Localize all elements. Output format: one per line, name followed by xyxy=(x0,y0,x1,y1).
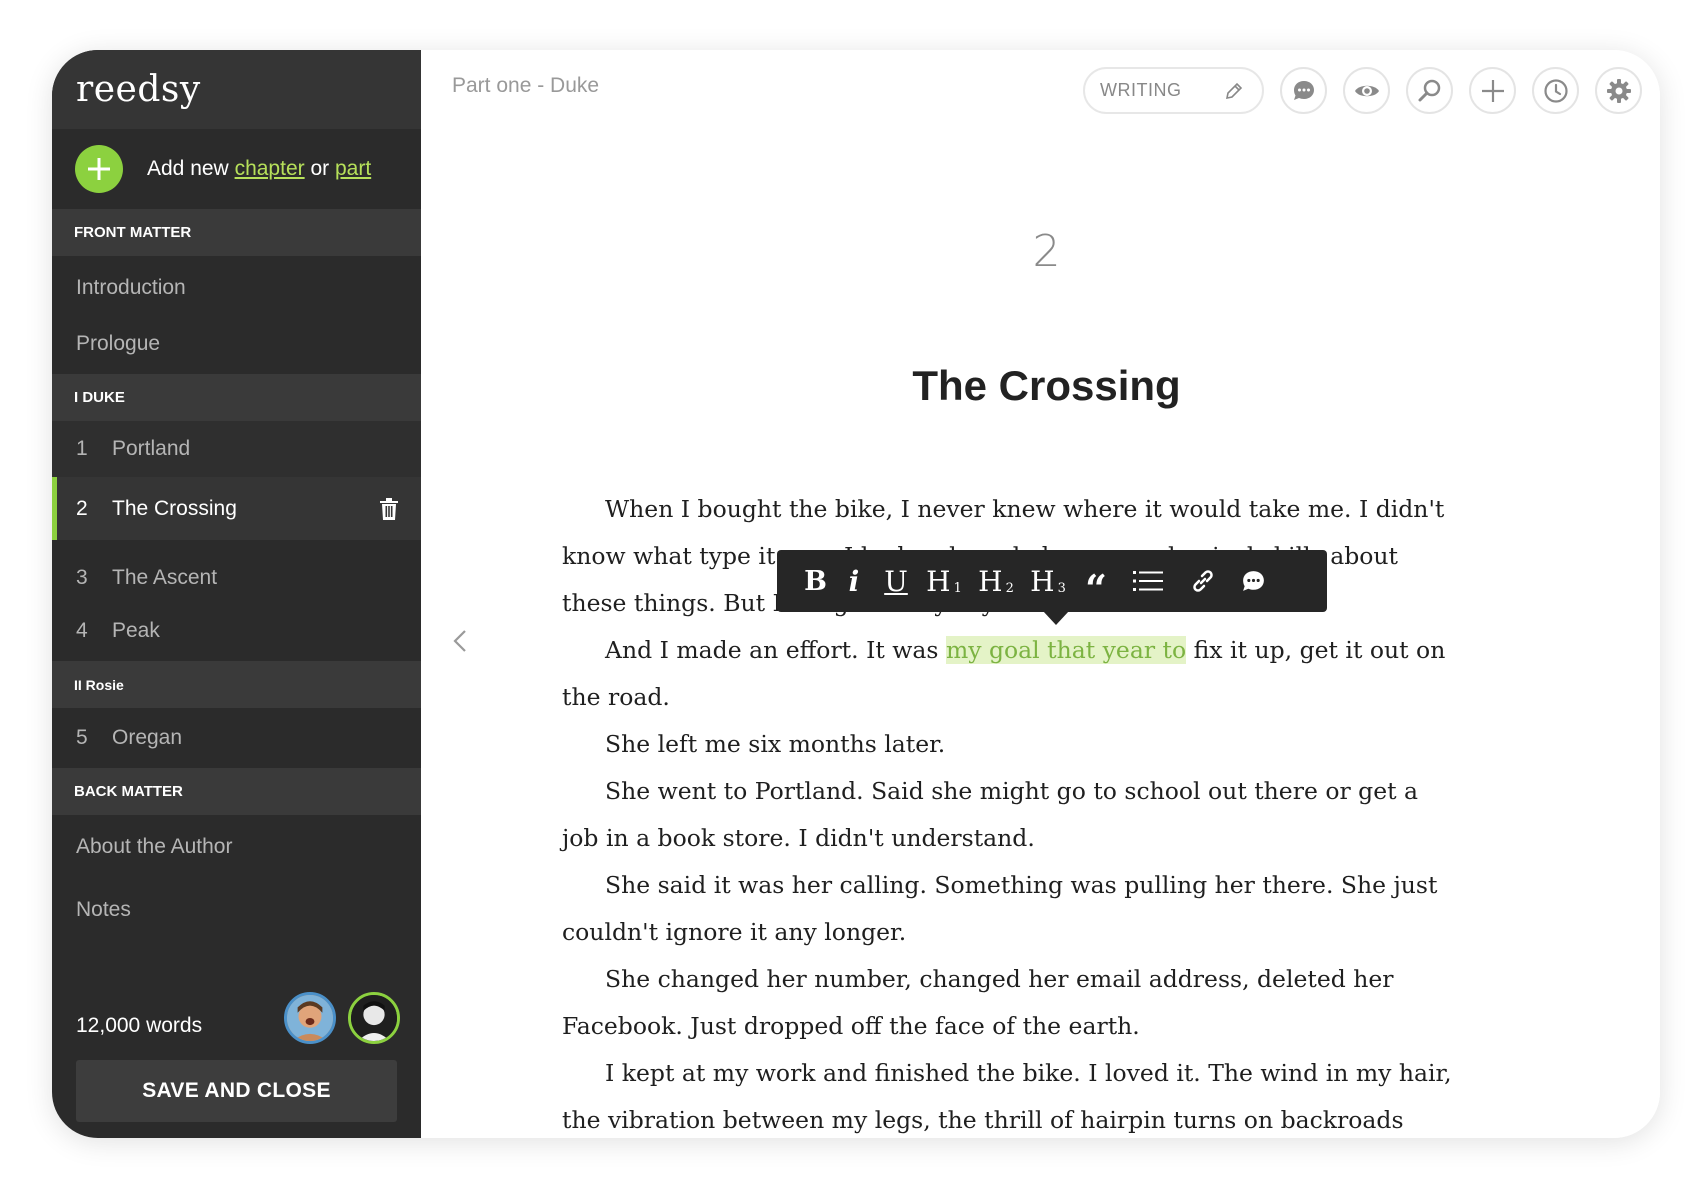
sidebar-item-label: Prologue xyxy=(76,331,161,355)
history-button[interactable] xyxy=(1532,67,1579,114)
chapter-number: 3 xyxy=(76,566,88,589)
clock-icon xyxy=(1543,78,1568,103)
comment-icon xyxy=(1242,570,1264,591)
editor-main: Part one - Duke WRITING 2 The Crossing W… xyxy=(421,50,1660,1138)
list-icon xyxy=(1133,571,1163,591)
sidebar-item-label: Notes xyxy=(76,897,131,921)
pencil-icon xyxy=(1225,82,1243,100)
save-and-close-button[interactable]: SAVE AND CLOSE xyxy=(76,1060,397,1122)
heading-2-button[interactable]: H2 xyxy=(970,561,1022,601)
highlighted-text[interactable]: my goal that year to xyxy=(945,636,1187,664)
paragraph-text: And I made an effort. It was xyxy=(605,636,946,664)
heading-letter: H xyxy=(978,564,1003,598)
chapter-number-heading: 2 xyxy=(1032,226,1061,277)
add-new-row: Add new chapter or part xyxy=(52,129,421,209)
sidebar-item-about-the-author[interactable]: About the Author xyxy=(52,815,421,878)
chapter-number: 4 xyxy=(76,618,88,642)
sidebar-item-notes[interactable]: Notes xyxy=(52,878,421,941)
add-or-label: or xyxy=(310,157,330,180)
sidebar-item-label: The Ascent xyxy=(112,566,218,589)
search-button[interactable] xyxy=(1406,67,1453,114)
add-new-text: Add new chapter or part xyxy=(147,157,371,181)
add-part-link[interactable]: part xyxy=(335,157,371,180)
chapter-number: 5 xyxy=(76,726,88,749)
section-back-matter: BACK MATTER xyxy=(52,768,421,815)
heading-level: 2 xyxy=(1005,580,1014,596)
sidebar: reedsy Add new chapter or part FRONT MAT… xyxy=(52,50,421,1138)
heading-level: 1 xyxy=(953,580,962,596)
avatar[interactable] xyxy=(284,992,336,1044)
section-part-two[interactable]: II Rosie xyxy=(52,661,421,708)
heading-3-button[interactable]: H3 xyxy=(1022,561,1074,601)
sidebar-item-label: The Crossing xyxy=(112,496,237,520)
sidebar-item-introduction[interactable]: Introduction xyxy=(52,256,421,319)
sidebar-item-label: Introduction xyxy=(76,275,186,299)
heading-letter: H xyxy=(926,564,951,598)
heading-level: 3 xyxy=(1057,580,1066,596)
sidebar-item-peak[interactable]: 4 Peak xyxy=(52,608,421,661)
add-icon[interactable] xyxy=(75,145,123,193)
comment-icon xyxy=(1293,80,1314,100)
settings-button[interactable] xyxy=(1595,67,1642,114)
sidebar-item-label: Portland xyxy=(112,437,191,460)
sidebar-item-the-ascent[interactable]: 3 The Ascent xyxy=(52,540,421,608)
add-chapter-link[interactable]: chapter xyxy=(235,157,305,180)
underline-button[interactable]: U xyxy=(874,561,918,601)
avatar-image xyxy=(351,995,397,1041)
list-button[interactable] xyxy=(1118,561,1178,601)
sidebar-item-portland[interactable]: 1 Portland xyxy=(52,421,421,477)
breadcrumb: Part one - Duke xyxy=(452,74,600,97)
eye-icon xyxy=(1354,85,1379,96)
quote-button[interactable]: “ xyxy=(1074,561,1118,611)
sidebar-item-label: About the Author xyxy=(76,834,233,858)
add-new-label: Add new xyxy=(147,157,229,180)
link-icon xyxy=(1193,570,1213,592)
heading-1-button[interactable]: H1 xyxy=(918,561,970,601)
bold-button[interactable]: B xyxy=(797,561,834,601)
editor-window: reedsy Add new chapter or part FRONT MAT… xyxy=(52,50,1660,1138)
chapter-number: 2 xyxy=(76,496,88,520)
sidebar-item-label: Oregan xyxy=(112,726,183,749)
logo-bar: reedsy xyxy=(52,50,421,129)
mode-toggle[interactable]: WRITING xyxy=(1083,67,1264,114)
mode-label: WRITING xyxy=(1100,80,1182,100)
format-toolbar: B i U H1 H2 H3 “ xyxy=(777,550,1327,625)
chapter-number: 1 xyxy=(76,437,88,460)
section-part-one[interactable]: I DUKE xyxy=(52,374,421,421)
preview-button[interactable] xyxy=(1343,67,1390,114)
sidebar-item-label: Peak xyxy=(112,618,160,642)
plus-icon xyxy=(1481,79,1504,102)
link-button[interactable] xyxy=(1178,561,1228,601)
sidebar-footer: 12,000 words SAVE AND CLOSE xyxy=(52,984,421,1138)
avatar[interactable] xyxy=(348,992,400,1044)
word-count: 12,000 words xyxy=(76,1014,203,1037)
comment-button[interactable] xyxy=(1228,561,1278,601)
trash-icon[interactable] xyxy=(379,497,399,520)
paragraph: I kept at my work and finished the bike.… xyxy=(562,1059,1452,1134)
heading-letter: H xyxy=(1030,564,1055,598)
gear-icon xyxy=(1606,78,1631,103)
logo[interactable]: reedsy xyxy=(76,69,201,110)
paragraph: She said it was her calling. Something w… xyxy=(562,871,1438,946)
search-icon xyxy=(1418,79,1440,101)
sidebar-item-prologue[interactable]: Prologue xyxy=(52,319,421,374)
paragraph: And I made an effort. It was my goal tha… xyxy=(562,627,1454,721)
add-button[interactable] xyxy=(1469,67,1516,114)
paragraph: She changed her number, changed her emai… xyxy=(562,965,1394,1040)
section-front-matter: FRONT MATTER xyxy=(52,209,421,256)
italic-button[interactable]: i xyxy=(834,561,874,601)
chapter-title[interactable]: The Crossing xyxy=(421,362,1660,410)
sidebar-item-the-crossing[interactable]: 2 The Crossing xyxy=(52,477,421,540)
comments-button[interactable] xyxy=(1280,67,1327,114)
chevron-left-icon[interactable] xyxy=(451,628,469,654)
paragraph: She went to Portland. Said she might go … xyxy=(562,777,1419,852)
avatar-image xyxy=(287,995,333,1041)
paragraph: She left me six months later. xyxy=(605,730,946,758)
sidebar-item-oregan[interactable]: 5 Oregan xyxy=(52,708,421,768)
